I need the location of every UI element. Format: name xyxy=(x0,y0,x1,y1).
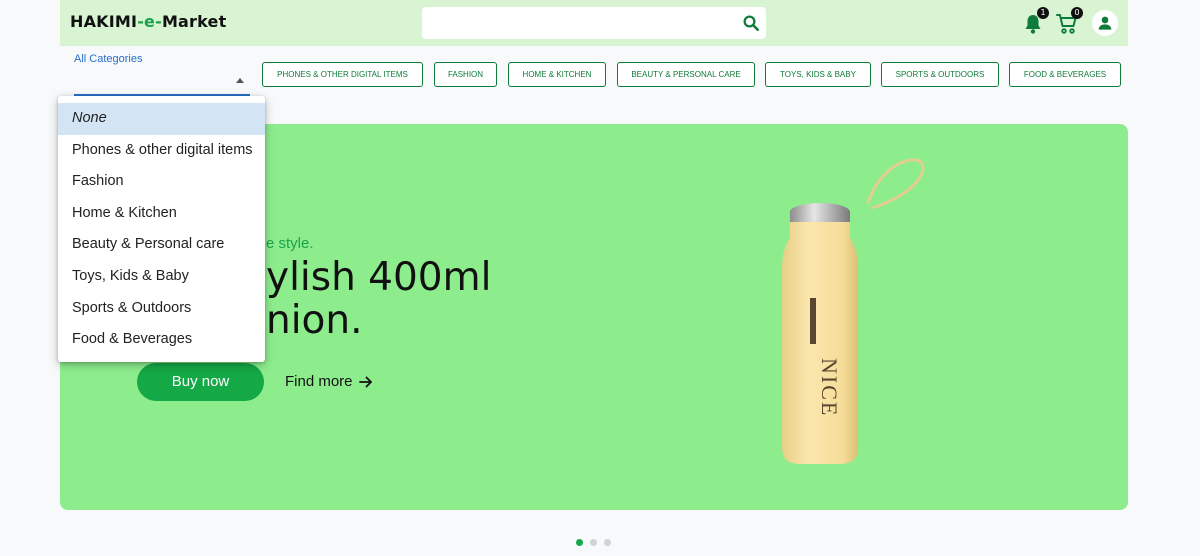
menu-item-beauty[interactable]: Beauty & Personal care xyxy=(58,229,265,261)
notification-count-badge: 1 xyxy=(1037,7,1049,19)
category-dropdown-menu: None Phones & other digital items Fashio… xyxy=(58,96,265,362)
category-button-beauty[interactable]: BEAUTY & PERSONAL CARE xyxy=(617,62,755,87)
search-bar[interactable] xyxy=(422,7,766,39)
carousel-dot-2[interactable] xyxy=(590,539,597,546)
category-button-toys[interactable]: TOYS, KIDS & BABY xyxy=(765,62,871,87)
search-input[interactable] xyxy=(430,11,730,35)
hero-tagline: e style. xyxy=(266,235,314,252)
arrow-right-icon[interactable] xyxy=(358,374,374,390)
menu-item-none[interactable]: None xyxy=(58,103,265,135)
logo-text-2: -e- xyxy=(137,12,162,31)
logo-text-1: HAKIMI xyxy=(70,12,138,31)
category-button-home-kitchen[interactable]: HOME & KITCHEN xyxy=(508,62,606,87)
category-button-fashion[interactable]: FASHION xyxy=(434,62,497,87)
category-button-sports[interactable]: SPORTS & OUTDOORS xyxy=(881,62,999,87)
menu-item-home-kitchen[interactable]: Home & Kitchen xyxy=(58,198,265,230)
top-header: HAKIMI-e-Market 1 0 xyxy=(60,0,1128,46)
category-button-phones[interactable]: PHONES & OTHER DIGITAL ITEMS xyxy=(262,62,423,87)
user-icon xyxy=(1098,16,1112,30)
search-icon[interactable] xyxy=(742,14,760,32)
product-brand-text: NICE xyxy=(817,358,842,417)
logo-text-3: Market xyxy=(161,12,227,31)
menu-item-food[interactable]: Food & Beverages xyxy=(58,324,265,356)
hero-title-line2: nion. xyxy=(266,298,363,343)
carousel-dot-3[interactable] xyxy=(604,539,611,546)
category-button-food[interactable]: FOOD & BEVERAGES xyxy=(1009,62,1121,87)
account-button[interactable] xyxy=(1092,10,1118,36)
product-bottle-image: NICE xyxy=(782,158,925,464)
menu-item-phones[interactable]: Phones & other digital items xyxy=(58,135,265,167)
cart-button[interactable]: 0 xyxy=(1054,7,1083,36)
find-more-link[interactable]: Find more xyxy=(285,373,353,390)
notifications-button[interactable]: 1 xyxy=(1020,7,1049,36)
buy-now-button[interactable]: Buy now xyxy=(137,363,264,401)
carousel-dot-1[interactable] xyxy=(576,539,583,546)
category-select[interactable] xyxy=(74,68,250,96)
caret-up-icon xyxy=(236,78,244,83)
hero-title-line1: ylish 400ml xyxy=(266,255,492,300)
menu-item-fashion[interactable]: Fashion xyxy=(58,166,265,198)
menu-item-sports[interactable]: Sports & Outdoors xyxy=(58,293,265,325)
category-select-label: All Categories xyxy=(74,53,143,65)
hero-text-block: e style. ylish 400ml nion. xyxy=(266,124,726,510)
menu-item-toys[interactable]: Toys, Kids & Baby xyxy=(58,261,265,293)
cart-count-badge: 0 xyxy=(1071,7,1083,19)
site-logo[interactable]: HAKIMI-e-Market xyxy=(70,12,226,31)
